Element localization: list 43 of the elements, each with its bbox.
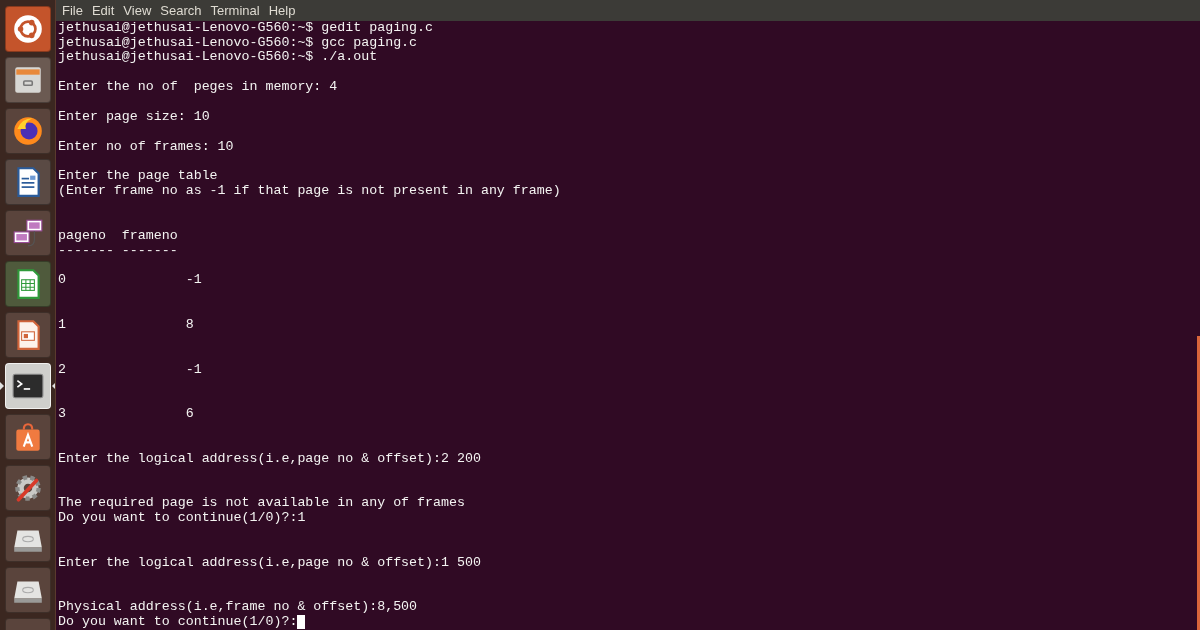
- table-cell-text: 2: [58, 362, 67, 378]
- launcher-icon-tile[interactable]: [4, 57, 51, 103]
- terminal-line: Do you want to continue(1/0)?:: [58, 615, 298, 630]
- terminal-line: Enter page size: 10: [58, 109, 210, 125]
- menu-item[interactable]: Edit: [91, 0, 115, 21]
- launcher-icon-tile[interactable]: [4, 312, 51, 358]
- terminal-line: Physical address(i.e,frame no & offset):8,500: [58, 600, 418, 616]
- table-cell-text: 1: [58, 317, 67, 333]
- terminal-line: jethusai@jethusai-Lenovo-G560:~$ gcc paging.c: [58, 35, 418, 51]
- launcher-icon-tile[interactable]: [4, 159, 51, 205]
- terminal-line: jethusai@jethusai-Lenovo-G560:~$ ./a.out: [58, 50, 378, 66]
- menu-item[interactable]: Search: [160, 0, 202, 21]
- terminal-line: Enter no of frames: 10: [58, 139, 234, 155]
- terminal-line: The required page is not available in any of frames: [58, 496, 465, 512]
- menu-item[interactable]: Terminal: [210, 0, 260, 21]
- table-header-text: frameno: [121, 228, 178, 244]
- terminal-line: Do you want to continue(1/0)?:1: [58, 511, 306, 526]
- table-cell-text: -1: [185, 273, 202, 289]
- launcher-icon-tile[interactable]: [4, 210, 51, 256]
- table-cell-text: -1: [185, 362, 202, 378]
- menu-item[interactable]: View: [123, 0, 152, 21]
- launcher-icon-tile[interactable]: [4, 261, 51, 307]
- terminal-line: (Enter frame no as -1 if that page is not present in any frame): [58, 184, 561, 200]
- table-header-text: -------: [121, 243, 178, 259]
- menu-item[interactable]: Help: [268, 0, 296, 21]
- terminal-line: Enter the logical address(i.e,page no & offset):1 500: [58, 555, 481, 571]
- launcher-icon-tile[interactable]: [4, 567, 51, 613]
- table-cell-text: 0: [58, 273, 67, 289]
- launcher-icon-tile[interactable]: [4, 6, 51, 52]
- terminal-line: Enter the logical address(i.e,page no & offset):2 200: [58, 451, 481, 467]
- menu-item[interactable]: File: [62, 0, 83, 21]
- launcher-icon-tile[interactable]: [4, 414, 51, 460]
- terminal-line: Enter the no of peges in memory: 4: [58, 80, 338, 96]
- table-cell-text: 3: [58, 407, 67, 422]
- launcher-icon-tile[interactable]: [4, 108, 51, 154]
- launcher-icon-tile[interactable]: [4, 465, 51, 511]
- launcher-icon-tile[interactable]: [4, 516, 51, 562]
- table-cell-text: 8: [185, 317, 194, 333]
- table-cell-text: 6: [185, 407, 194, 422]
- terminal-line: Enter the page table: [58, 169, 218, 185]
- table-header-text: pageno: [58, 228, 107, 244]
- terminal-line: jethusai@jethusai-Lenovo-G560:~$ gedit paging.c: [58, 20, 434, 36]
- table-header-text: -------: [58, 243, 115, 259]
